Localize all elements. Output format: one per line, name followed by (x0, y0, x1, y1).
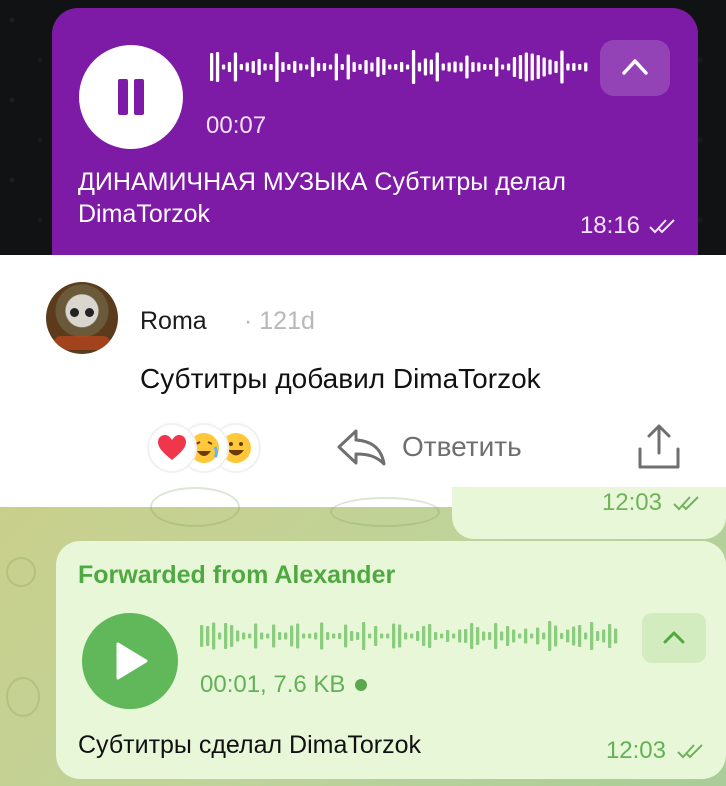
message-time: 12:03 (605, 737, 666, 764)
reply-button[interactable]: Ответить (336, 427, 522, 467)
reactions[interactable] (147, 423, 272, 473)
forwarded-from-label[interactable]: Forwarded from Alexander (78, 561, 395, 590)
green-chat-background: 12:03 Forwarded from Alexander 00:01, 7.… (0, 487, 726, 786)
message-meta: 12:03 (606, 737, 706, 765)
avatar[interactable] (46, 282, 118, 354)
message-time: 18:16 (579, 212, 640, 239)
waveform[interactable] (210, 50, 590, 84)
reply-arrow-icon (337, 429, 386, 466)
unplayed-dot-icon (355, 679, 368, 691)
voice-message-bubble: 00:07 ДИНАМИЧНАЯ МУЗЫКА Субтитры делал D… (52, 8, 698, 255)
pause-button[interactable] (79, 45, 183, 149)
voice-info: 00:01, 7.6 KB (200, 671, 368, 699)
double-check-icon (673, 496, 699, 511)
collapse-transcription-button[interactable] (642, 613, 706, 663)
comment-card: Roma · 121d Субтитры добавил DimaTorzok … (0, 255, 726, 507)
double-check-icon (649, 219, 675, 234)
previous-message-bubble: 12:03 (452, 487, 726, 539)
collapse-transcription-button[interactable] (600, 40, 670, 96)
voice-duration: 00:07 (206, 112, 267, 139)
message-caption: Субтитры сделал DimaTorzok (78, 731, 421, 759)
dark-chat-background: 00:07 ДИНАМИЧНАЯ МУЗЫКА Субтитры делал D… (0, 0, 726, 255)
share-icon (638, 424, 680, 469)
heart-icon (147, 423, 197, 473)
previous-message-time: 12:03 (601, 489, 662, 516)
play-icon (116, 642, 148, 680)
comment-username[interactable]: Roma (140, 307, 207, 336)
waveform[interactable] (200, 621, 620, 651)
pause-icon (118, 79, 128, 115)
previous-message-meta: 12:03 (602, 489, 702, 517)
forwarded-voice-bubble: Forwarded from Alexander 00:01, 7.6 KB С… (56, 541, 726, 779)
message-caption: ДИНАМИЧНАЯ МУЗЫКА Субтитры делал DimaTor… (78, 168, 566, 228)
play-button[interactable] (82, 613, 178, 709)
reply-label: Ответить (402, 431, 522, 462)
voice-duration-size: 00:01, 7.6 KB (200, 671, 346, 698)
share-button[interactable] (636, 423, 682, 476)
message-meta: 18:16 (580, 212, 678, 240)
comment-age: · 121d (244, 307, 315, 335)
double-check-icon (677, 744, 703, 759)
comment-text: Субтитры добавил DimaTorzok (140, 363, 541, 394)
chevron-up-icon (622, 59, 648, 75)
chevron-up-icon (663, 631, 685, 644)
